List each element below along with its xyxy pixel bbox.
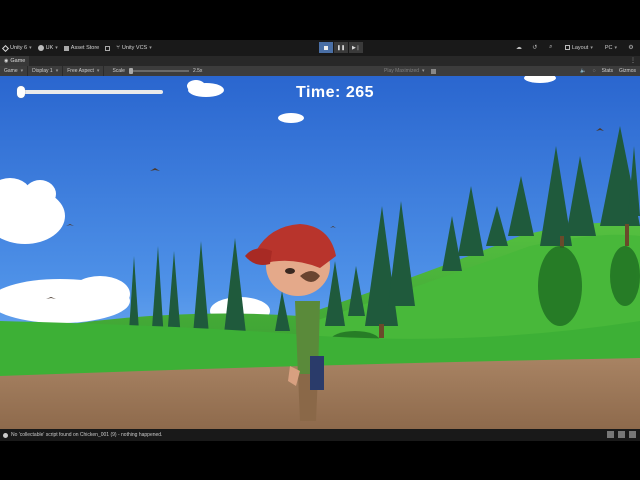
account-label: Unity 6 <box>10 45 28 51</box>
stats-button[interactable]: Stats <box>602 68 613 74</box>
aspect-label: Free Aspect <box>67 68 94 74</box>
account-icon <box>37 45 44 51</box>
hud-slider-thumb[interactable] <box>17 86 25 98</box>
info-icon <box>3 432 8 438</box>
console-status-bar[interactable]: No 'collectable' script found on Chicken… <box>0 429 640 441</box>
mode-dropdown[interactable]: Game ▾ <box>0 66 29 76</box>
package-icon <box>105 45 111 51</box>
history-button[interactable]: ↺ <box>530 42 540 53</box>
scale-label: Scale <box>112 68 125 74</box>
asset-store-button[interactable]: Asset Store <box>61 42 102 54</box>
display-dropdown[interactable]: Display 1 ▾ <box>28 66 64 76</box>
tab-bar: ◉ Game ⋮ <box>0 56 640 66</box>
unity-toolbar: Unity 6 ▾ UK ▾ Asset Store ⑂ Unity VCS ▾… <box>0 40 640 56</box>
chevron-down-icon: ▾ <box>55 68 59 74</box>
vcs-dropdown[interactable]: ⑂ Unity VCS ▾ <box>113 42 155 54</box>
layout-icon <box>564 45 570 50</box>
vcs-label: Unity VCS <box>121 45 148 51</box>
stop-icon <box>324 45 328 50</box>
user-dropdown[interactable]: UK ▾ <box>35 42 61 54</box>
game-tab-icon: ◉ <box>4 58 9 64</box>
layout-dropdown[interactable]: Layout ▾ <box>562 42 596 53</box>
game-scene <box>0 76 640 429</box>
pause-button[interactable]: ❚❚ <box>334 42 348 53</box>
scale-slider[interactable] <box>128 68 189 74</box>
cloud-button[interactable]: ☁ <box>514 42 524 53</box>
hud-slider[interactable] <box>17 86 163 98</box>
hud-slider-track[interactable] <box>17 90 163 94</box>
toolbar-right: ☁ ↺ ⌕ Layout ▾ PC ▾ ⚙ <box>514 42 636 53</box>
chevron-down-icon: ▾ <box>614 44 617 51</box>
progress-icon[interactable] <box>629 431 636 438</box>
package-button[interactable] <box>102 42 113 54</box>
pause-icon: ❚❚ <box>336 44 346 51</box>
scale-slider-thumb[interactable] <box>128 68 133 74</box>
hud-timer: Time: 265 <box>296 84 375 101</box>
play-controls: ❚❚ ▶❘ <box>319 42 363 53</box>
platform-label: PC <box>604 44 613 51</box>
audio-icon[interactable]: 🔈 <box>580 68 586 74</box>
letterbox-bottom <box>0 441 640 480</box>
lighting-icon[interactable] <box>618 431 625 438</box>
chevron-down-icon: ▾ <box>590 44 593 51</box>
gizmos-button[interactable]: Gizmos <box>619 68 636 74</box>
play-mode-dropdown[interactable]: Play Maximized ▾ <box>384 66 436 76</box>
chevron-down-icon: ▾ <box>55 45 58 51</box>
tab-game-label: Game <box>10 58 26 64</box>
letterbox-top <box>0 0 640 40</box>
step-button[interactable]: ▶❘ <box>349 42 363 53</box>
game-viewport[interactable]: Time: 265 <box>0 76 640 429</box>
tab-game[interactable]: ◉ Game <box>0 56 30 66</box>
layout-label: Layout <box>571 44 589 51</box>
chevron-down-icon: ▾ <box>20 68 24 74</box>
play-mode-label: Play Maximized <box>384 68 420 74</box>
game-view-controls: Game ▾ Display 1 ▾ Free Aspect ▾ Scale 2… <box>0 66 640 76</box>
cloud-icon: ☁ <box>515 45 522 51</box>
aspect-dropdown[interactable]: Free Aspect ▾ <box>63 66 105 76</box>
search-button[interactable]: ⌕ <box>546 42 556 53</box>
chevron-down-icon: ▾ <box>149 45 152 51</box>
console-message[interactable]: No 'collectable' script found on Chicken… <box>11 432 162 438</box>
settings-button[interactable]: ⚙ <box>626 42 636 53</box>
chevron-down-icon: ▾ <box>422 68 425 74</box>
mute-icon[interactable] <box>430 68 436 74</box>
user-label: UK <box>45 45 54 51</box>
account-dropdown[interactable]: Unity 6 ▾ <box>0 42 35 54</box>
play-button[interactable] <box>319 42 333 53</box>
history-icon: ↺ <box>532 45 538 51</box>
unity-logo-icon <box>1 44 10 52</box>
game-view-right: 🔈 ◌ Stats Gizmos <box>580 66 636 76</box>
platform-dropdown[interactable]: PC ▾ <box>602 42 620 53</box>
display-label: Display 1 <box>32 68 53 74</box>
chevron-down-icon: ▾ <box>96 68 100 74</box>
step-icon: ▶❘ <box>351 44 361 51</box>
visibility-icon[interactable]: ◌ <box>593 68 596 74</box>
scale-value: 2.5x <box>192 68 203 74</box>
asset-store-label: Asset Store <box>70 45 100 51</box>
tab-menu-icon[interactable]: ⋮ <box>630 57 636 64</box>
scale-control: Scale 2.5x <box>112 68 202 74</box>
search-icon: ⌕ <box>549 44 553 50</box>
hierarchy-icon[interactable] <box>607 431 614 438</box>
mode-label: Game <box>4 68 18 74</box>
status-icons <box>607 431 636 438</box>
chevron-down-icon: ▾ <box>29 45 32 51</box>
store-icon <box>63 45 69 51</box>
vcs-icon: ⑂ <box>116 45 120 51</box>
settings-icon: ⚙ <box>628 45 634 51</box>
